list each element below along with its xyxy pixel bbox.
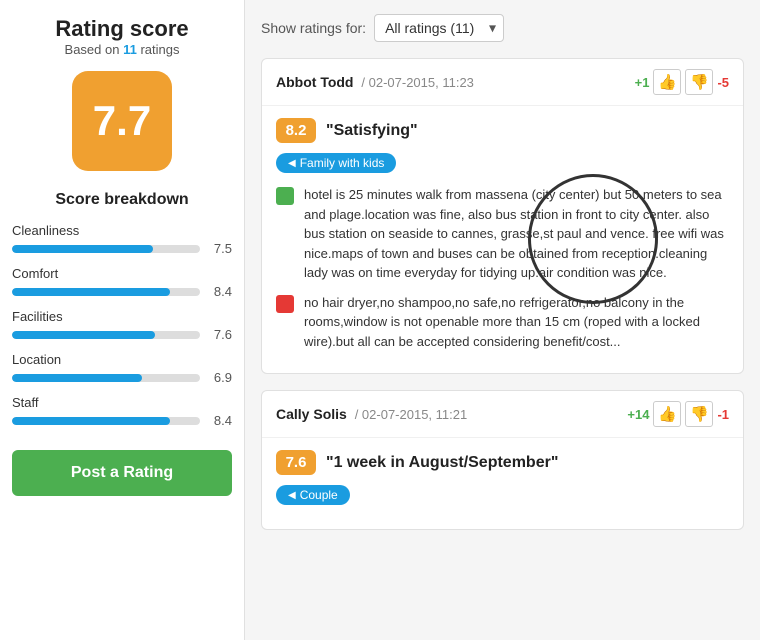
negative-text: no hair dryer,no shampoo,no safe,no refr…: [304, 293, 729, 352]
breakdown-item-comfort: Comfort 8.4: [12, 266, 232, 299]
thumbs-down-button[interactable]: 👎: [685, 69, 713, 95]
breakdown-item-location: Location 6.9: [12, 352, 232, 385]
breakdown-label: Cleanliness: [12, 223, 232, 238]
review-date: / 02-07-2015, 11:23: [361, 75, 474, 90]
review-body: 7.6 "1 week in August/September" Couple: [262, 438, 743, 529]
vote-area: +14 👍 👎 -1: [627, 401, 729, 427]
score-box: 7.7: [72, 71, 172, 171]
bar-bg: [12, 417, 200, 425]
tag-row: Couple: [276, 485, 729, 505]
bar-row: 7.5: [12, 241, 232, 256]
rating-subtitle: Based on 11 ratings: [12, 42, 232, 57]
bar-row: 8.4: [12, 284, 232, 299]
bar-score: 8.4: [206, 413, 232, 428]
review-score-title: 7.6 "1 week in August/September": [276, 450, 729, 475]
vote-plus: +14: [627, 407, 649, 422]
review-date: / 02-07-2015, 11:21: [355, 407, 468, 422]
rating-title: Rating score: [12, 16, 232, 42]
reviewer-info: Cally Solis / 02-07-2015, 11:21: [276, 406, 467, 422]
tag-row: Family with kids: [276, 153, 729, 173]
review-score-badge: 7.6: [276, 450, 316, 475]
review-header: Cally Solis / 02-07-2015, 11:21 +14 👍 👎 …: [262, 391, 743, 438]
review-card-0: Abbot Todd / 02-07-2015, 11:23 +1 👍 👎 -5…: [261, 58, 744, 374]
positive-text-block: hotel is 25 minutes walk from massena (c…: [276, 185, 729, 283]
breakdown-container: Cleanliness 7.5 Comfort 8.4 Facilities: [12, 223, 232, 428]
breakdown-label: Location: [12, 352, 232, 367]
breakdown-item-staff: Staff 8.4: [12, 395, 232, 428]
right-panel: Show ratings for: All ratings (11)Positi…: [245, 0, 760, 640]
review-title: "Satisfying": [326, 122, 418, 140]
review-score-title: 8.2 "Satisfying": [276, 118, 729, 143]
post-rating-button[interactable]: Post a Rating: [12, 450, 232, 496]
bar-fill: [12, 288, 170, 296]
reviews-container: Abbot Todd / 02-07-2015, 11:23 +1 👍 👎 -5…: [261, 58, 744, 530]
vote-plus: +1: [635, 75, 650, 90]
bar-row: 6.9: [12, 370, 232, 385]
bar-fill: [12, 374, 142, 382]
vote-area: +1 👍 👎 -5: [635, 69, 729, 95]
reviewer-name: Cally Solis: [276, 406, 347, 422]
bar-row: 7.6: [12, 327, 232, 342]
thumbs-down-button[interactable]: 👎: [685, 401, 713, 427]
bar-fill: [12, 331, 155, 339]
review-card-1: Cally Solis / 02-07-2015, 11:21 +14 👍 👎 …: [261, 390, 744, 530]
score-breakdown-title: Score breakdown: [12, 191, 232, 209]
left-panel: Rating score Based on 11 ratings 7.7 Sco…: [0, 0, 245, 640]
breakdown-label: Comfort: [12, 266, 232, 281]
positive-icon: [276, 187, 294, 205]
positive-text: hotel is 25 minutes walk from massena (c…: [304, 185, 729, 283]
breakdown-item-cleanliness: Cleanliness 7.5: [12, 223, 232, 256]
filter-select-wrapper[interactable]: All ratings (11)PositiveNegative: [374, 14, 504, 42]
tag: Couple: [276, 485, 350, 505]
bar-bg: [12, 288, 200, 296]
negative-icon: [276, 295, 294, 313]
tag: Family with kids: [276, 153, 396, 173]
review-body: 8.2 "Satisfying" Family with kids hotel …: [262, 106, 743, 373]
thumbs-up-button[interactable]: 👍: [653, 69, 681, 95]
filter-select[interactable]: All ratings (11)PositiveNegative: [374, 14, 504, 42]
vote-minus: -1: [717, 407, 729, 422]
bar-row: 8.4: [12, 413, 232, 428]
review-header: Abbot Todd / 02-07-2015, 11:23 +1 👍 👎 -5: [262, 59, 743, 106]
review-title: "1 week in August/September": [326, 454, 558, 472]
bar-score: 7.5: [206, 241, 232, 256]
breakdown-label: Staff: [12, 395, 232, 410]
bar-bg: [12, 245, 200, 253]
bar-score: 8.4: [206, 284, 232, 299]
breakdown-item-facilities: Facilities 7.6: [12, 309, 232, 342]
filter-label: Show ratings for:: [261, 20, 366, 36]
vote-minus: -5: [717, 75, 729, 90]
score-number: 7.7: [93, 97, 151, 145]
reviewer-name: Abbot Todd: [276, 74, 354, 90]
bar-score: 7.6: [206, 327, 232, 342]
bar-fill: [12, 417, 170, 425]
bar-fill: [12, 245, 153, 253]
bar-bg: [12, 374, 200, 382]
review-score-badge: 8.2: [276, 118, 316, 143]
negative-text-block: no hair dryer,no shampoo,no safe,no refr…: [276, 293, 729, 352]
breakdown-label: Facilities: [12, 309, 232, 324]
reviewer-info: Abbot Todd / 02-07-2015, 11:23: [276, 74, 474, 90]
bar-score: 6.9: [206, 370, 232, 385]
thumbs-up-button[interactable]: 👍: [653, 401, 681, 427]
bar-bg: [12, 331, 200, 339]
filter-row: Show ratings for: All ratings (11)Positi…: [261, 14, 744, 42]
